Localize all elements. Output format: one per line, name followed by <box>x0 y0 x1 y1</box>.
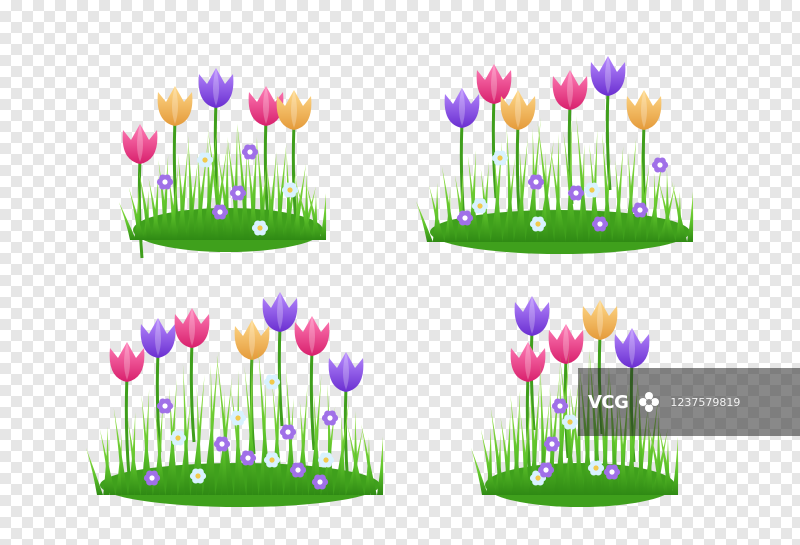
tulip-head <box>590 56 626 96</box>
tulip-bouquet-2 <box>416 56 694 254</box>
tulip-stem <box>189 341 196 443</box>
tulip-head <box>582 300 618 340</box>
daisy <box>651 157 669 173</box>
tulip-head <box>109 342 145 382</box>
watermark-logo: VCG <box>588 391 629 413</box>
grass-blade <box>209 363 215 495</box>
tulip-bouquet-3 <box>86 292 384 507</box>
tulip-head <box>294 316 330 356</box>
watermark-id: 1237579819 <box>670 395 741 409</box>
daisy <box>229 410 247 426</box>
tulip-head <box>476 64 512 104</box>
tulip-stem <box>309 349 316 451</box>
daisy <box>263 374 281 390</box>
tulip-head <box>626 90 662 130</box>
tulip-head <box>328 352 364 392</box>
daisy <box>321 410 339 426</box>
grass-blade <box>652 171 659 242</box>
tulip-head <box>157 86 193 126</box>
tulip-stem <box>277 325 284 427</box>
daisy <box>583 182 601 198</box>
tulip-head <box>122 124 158 164</box>
tulip-head <box>444 88 480 128</box>
daisy <box>527 174 545 190</box>
tulip-head <box>198 68 234 108</box>
tulip-grass-illustration <box>86 56 694 507</box>
tulip-head <box>548 324 584 364</box>
tulip-head <box>262 292 298 332</box>
tulip-bouquet-1 <box>119 68 327 259</box>
tulip-stem <box>137 157 144 259</box>
tulip-head <box>552 70 588 110</box>
grass-blade <box>416 201 433 242</box>
watermark: VCG 1237579819 <box>578 368 800 436</box>
daisy <box>196 152 214 168</box>
tulip-head <box>514 296 550 336</box>
tulip-head <box>614 328 650 368</box>
daisy <box>279 424 297 440</box>
grass-blade <box>86 447 103 495</box>
tulip-stem <box>263 119 270 221</box>
tulip-head <box>234 320 270 360</box>
tulip-head <box>140 318 176 358</box>
daisy <box>156 174 174 190</box>
grass-blade <box>519 147 526 242</box>
tulip-head <box>174 308 210 348</box>
tulip-head <box>510 342 546 382</box>
watermark-flower-icon <box>639 392 660 412</box>
